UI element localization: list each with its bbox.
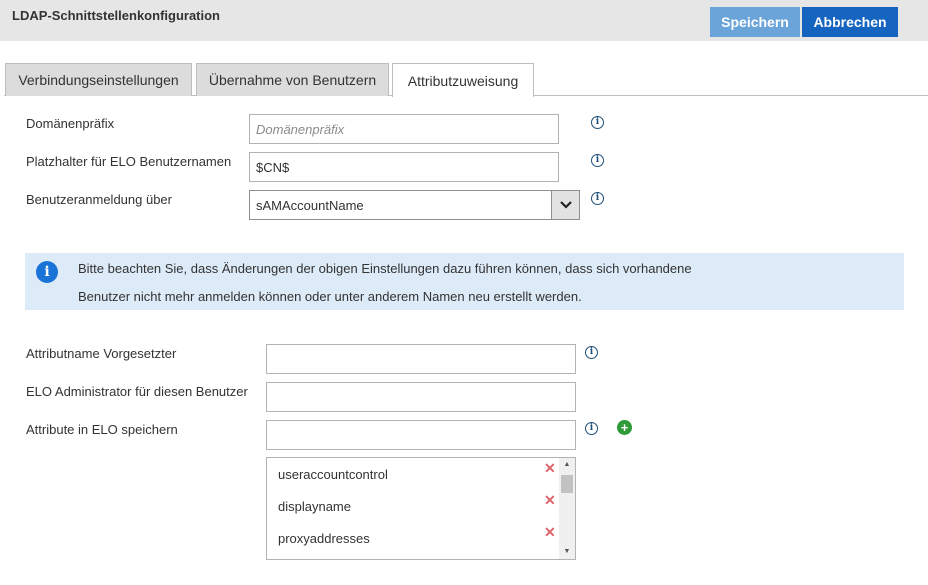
login-via-selected: sAMAccountName bbox=[256, 198, 364, 213]
remove-icon[interactable]: ✕ bbox=[544, 493, 556, 507]
info-icon[interactable]: i bbox=[585, 422, 598, 435]
add-icon[interactable]: + bbox=[617, 420, 632, 435]
domain-prefix-label: Domänenpräfix bbox=[26, 116, 115, 131]
tab-uebernahme-von-benutzern[interactable]: Übernahme von Benutzern bbox=[196, 63, 389, 96]
domain-prefix-placeholder: Domänenpräfix bbox=[256, 121, 345, 137]
remove-icon[interactable]: ✕ bbox=[544, 461, 556, 475]
domain-prefix-input[interactable]: Domänenpräfix bbox=[249, 114, 559, 144]
tab-attributzuweisung[interactable]: Attributzuweisung bbox=[392, 63, 534, 97]
store-attrs-label: Attribute in ELO speichern bbox=[26, 422, 178, 437]
notice-line-1: Bitte beachten Sie, dass Änderungen der … bbox=[78, 261, 692, 276]
info-icon[interactable]: i bbox=[585, 346, 598, 359]
info-notice: i Bitte beachten Sie, dass Änderungen de… bbox=[25, 253, 904, 310]
page-title: LDAP-Schnittstellenkonfiguration bbox=[12, 8, 220, 23]
info-icon[interactable]: i bbox=[591, 116, 604, 129]
supervisor-attr-input[interactable] bbox=[266, 344, 576, 374]
header-bar: LDAP-Schnittstellenkonfiguration Speiche… bbox=[0, 0, 928, 41]
list-item[interactable]: displayname bbox=[278, 499, 351, 514]
scroll-up-arrow-icon[interactable]: ▲ bbox=[559, 460, 575, 470]
info-icon: i bbox=[36, 261, 58, 283]
list-scrollbar[interactable]: ▲ ▼ bbox=[559, 458, 575, 559]
placeholder-username-value: $CN$ bbox=[256, 159, 290, 175]
list-item[interactable]: proxyaddresses bbox=[278, 531, 370, 546]
login-via-select[interactable]: sAMAccountName bbox=[249, 190, 580, 220]
notice-line-2: Benutzer nicht mehr anmelden können oder… bbox=[78, 289, 582, 304]
chevron-down-icon[interactable] bbox=[551, 191, 579, 219]
info-icon[interactable]: i bbox=[591, 154, 604, 167]
attribute-list[interactable]: useraccountcontrol ✕ displayname ✕ proxy… bbox=[266, 457, 576, 560]
supervisor-attr-label: Attributname Vorgesetzter bbox=[26, 346, 177, 361]
scroll-thumb[interactable] bbox=[561, 475, 573, 493]
elo-admin-input[interactable] bbox=[266, 382, 576, 412]
store-attrs-input[interactable] bbox=[266, 420, 576, 450]
list-item[interactable]: useraccountcontrol bbox=[278, 467, 388, 482]
scroll-down-arrow-icon[interactable]: ▼ bbox=[559, 547, 575, 557]
remove-icon[interactable]: ✕ bbox=[544, 525, 556, 539]
cancel-button[interactable]: Abbrechen bbox=[802, 7, 898, 37]
login-via-label: Benutzeranmeldung über bbox=[26, 192, 172, 207]
placeholder-username-input[interactable]: $CN$ bbox=[249, 152, 559, 182]
save-button[interactable]: Speichern bbox=[710, 7, 800, 37]
info-icon[interactable]: i bbox=[591, 192, 604, 205]
placeholder-username-label: Platzhalter für ELO Benutzernamen bbox=[26, 154, 232, 169]
elo-admin-label: ELO Administrator für diesen Benutzer bbox=[26, 384, 248, 399]
tab-verbindungseinstellungen[interactable]: Verbindungseinstellungen bbox=[5, 63, 192, 96]
